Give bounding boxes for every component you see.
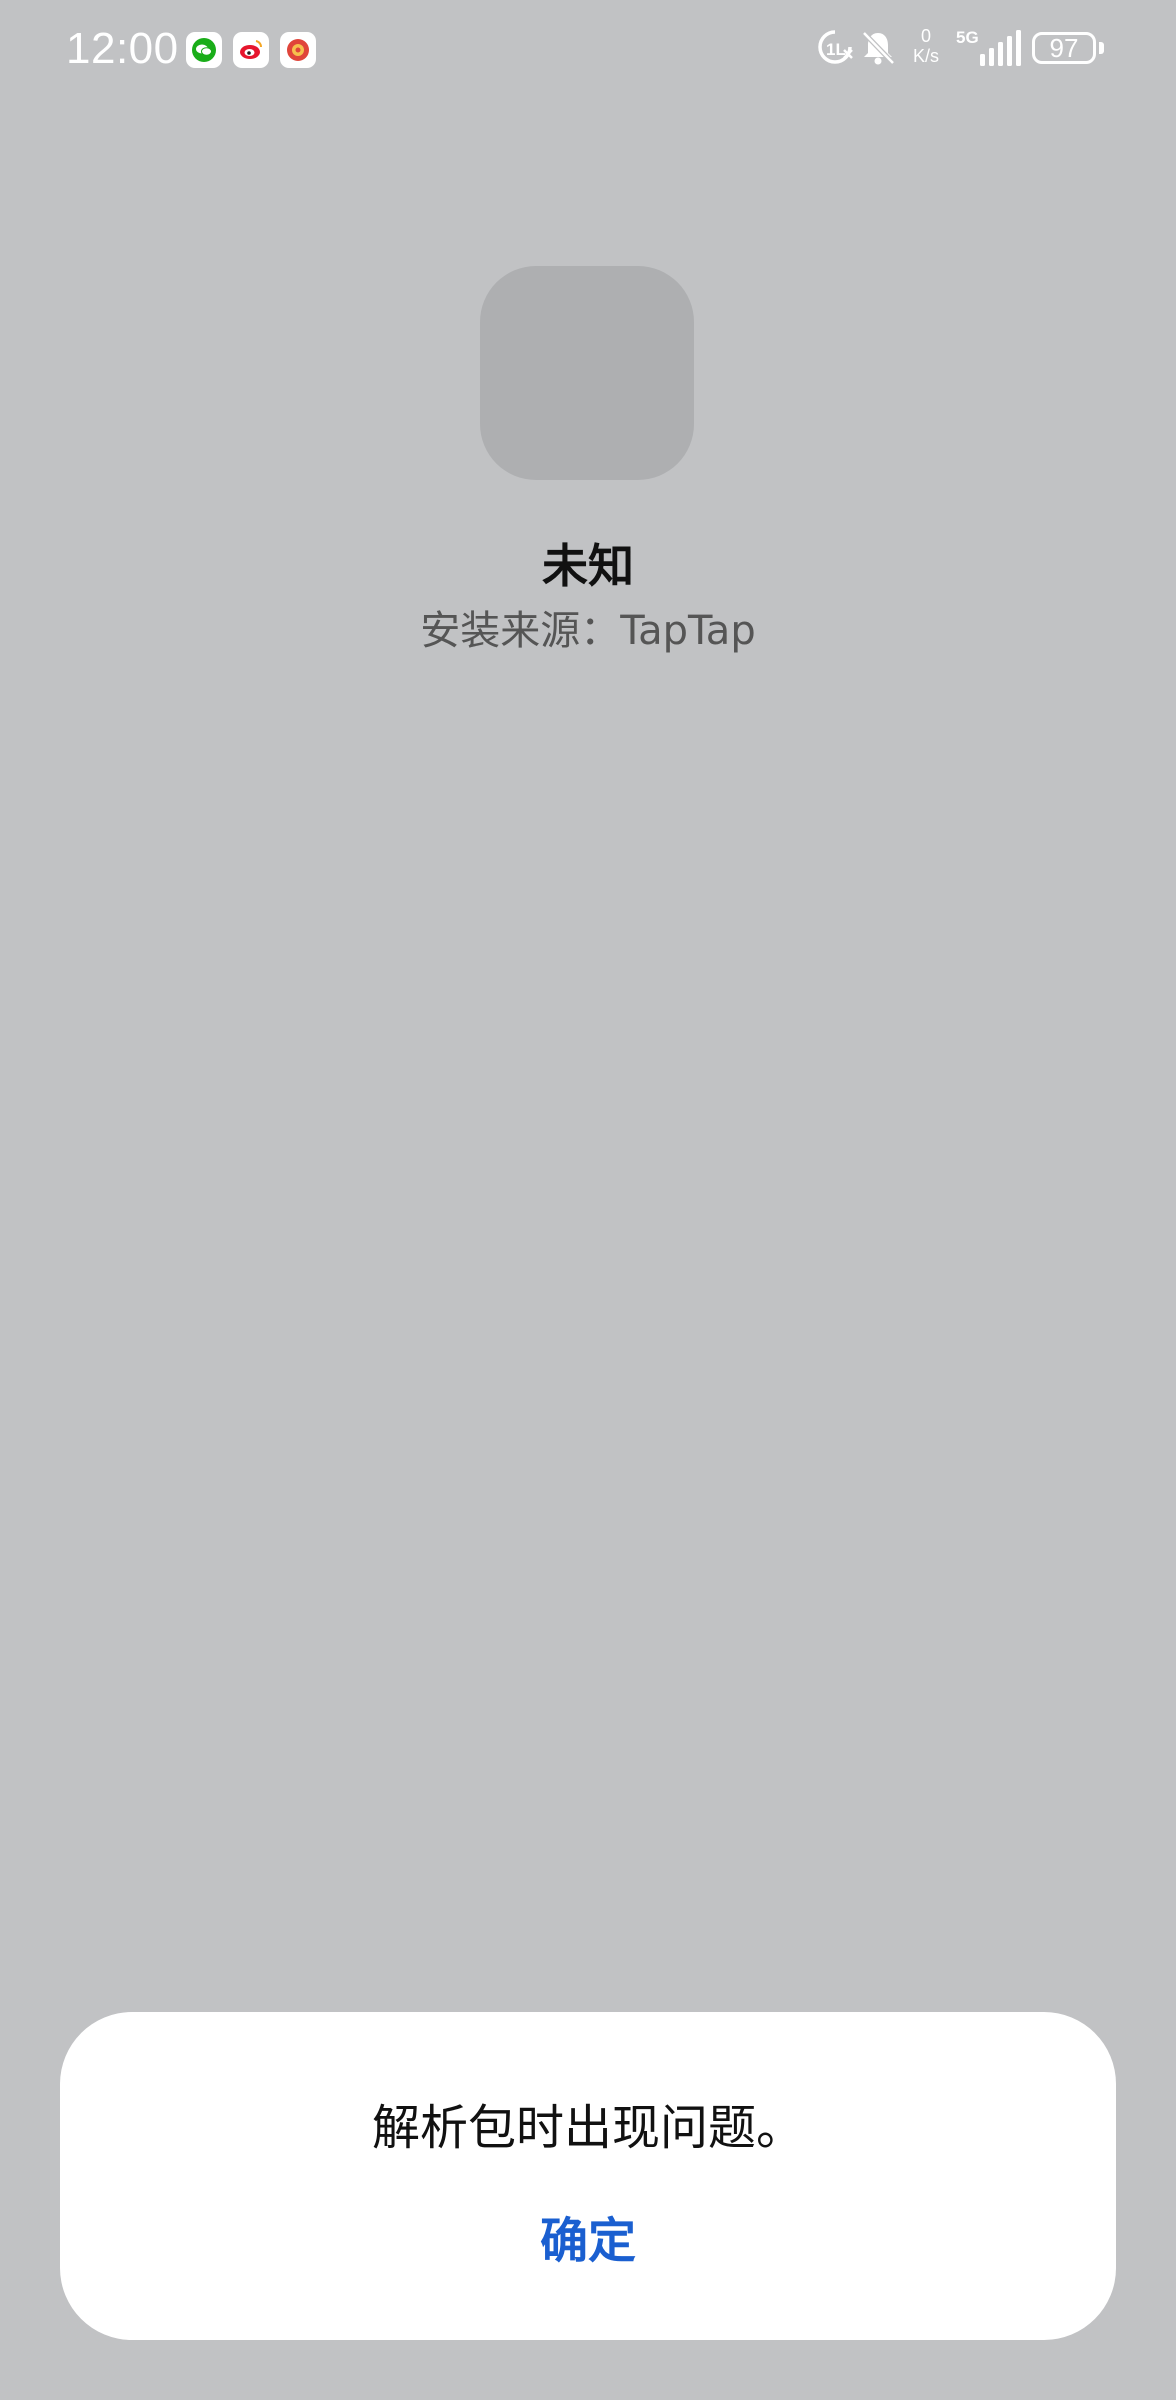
app-name: 未知 bbox=[542, 539, 634, 593]
network-type: 5G bbox=[956, 28, 979, 47]
status-time: 12:00 bbox=[66, 24, 179, 73]
app-notification-icon bbox=[280, 32, 316, 68]
battery-tip bbox=[1099, 42, 1104, 54]
data-saver-icon: 1L bbox=[816, 28, 854, 72]
install-source: 安装来源：TapTap bbox=[420, 608, 756, 654]
svg-text:1L: 1L bbox=[826, 40, 846, 59]
net-speed-unit: K/s bbox=[912, 46, 939, 66]
net-speed-value: 0 bbox=[920, 26, 931, 46]
parse-error-dialog: 解析包时出现问题。 确定 bbox=[60, 2012, 1116, 2340]
app-icon-placeholder bbox=[480, 266, 694, 480]
status-bar: 12:00 1L 0 K/s 5G 97 bbox=[0, 0, 1176, 100]
battery-icon: 97 bbox=[1032, 32, 1096, 64]
weibo-icon bbox=[233, 32, 269, 68]
confirm-button[interactable]: 确定 bbox=[508, 2196, 668, 2276]
signal-strength-icon bbox=[978, 30, 1022, 72]
battery-level: 97 bbox=[1049, 32, 1079, 63]
dialog-message: 解析包时出现问题。 bbox=[371, 2100, 804, 2156]
net-speed: 0 K/s bbox=[904, 26, 948, 66]
silent-bell-icon bbox=[860, 28, 896, 72]
wechat-icon bbox=[186, 32, 222, 68]
